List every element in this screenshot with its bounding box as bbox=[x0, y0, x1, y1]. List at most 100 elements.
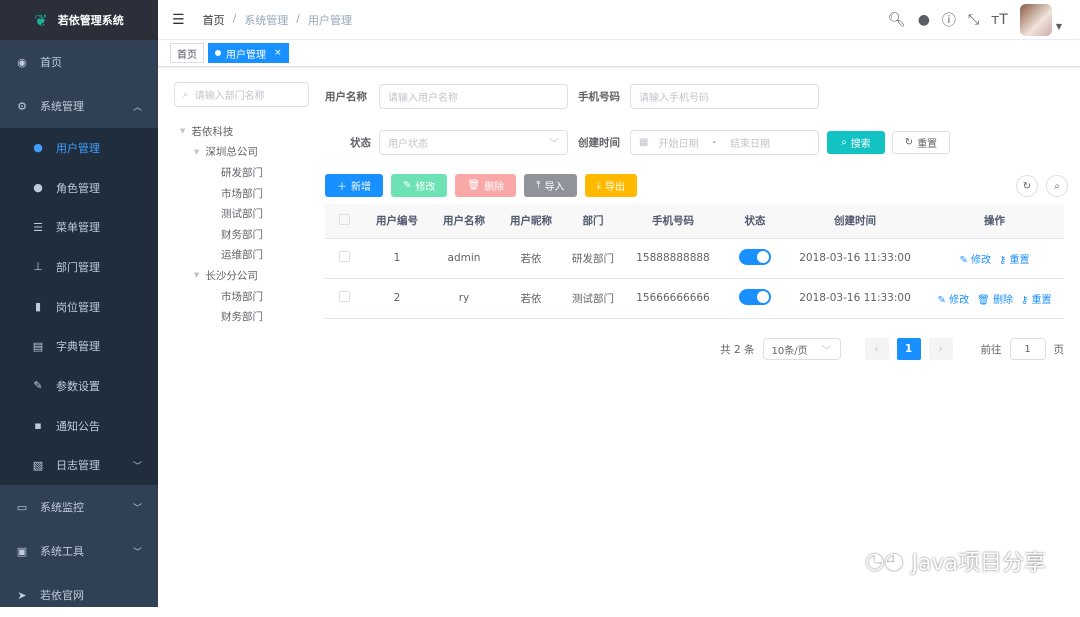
toggle-search-button[interactable]: ⌕ bbox=[1046, 175, 1068, 197]
tag-user[interactable]: 用户管理 × bbox=[208, 43, 289, 63]
logo-icon: ❦ bbox=[34, 10, 48, 30]
export-button[interactable]: ⤓ 导出 bbox=[584, 174, 637, 197]
tree-node[interactable]: 研发部门 bbox=[174, 162, 309, 183]
tag-home[interactable]: 首页 bbox=[170, 43, 204, 63]
user-icon: ● bbox=[33, 141, 43, 155]
github-icon[interactable]: ● bbox=[918, 12, 930, 28]
label: 重置 bbox=[917, 139, 938, 150]
sidebar-item-notice[interactable]: ▪ 通知公告 bbox=[0, 406, 158, 446]
sidebar-item-post[interactable]: ▮ 岗位管理 bbox=[0, 287, 158, 327]
sidebar-item-config[interactable]: ✎ 参数设置 bbox=[0, 366, 158, 406]
logo[interactable]: ❦ 若依管理系统 bbox=[0, 0, 158, 40]
tree-node[interactable]: 运维部门 bbox=[174, 245, 309, 266]
placeholder: 用户状态 bbox=[388, 139, 428, 150]
watermark: ◔◕ Java项目分享 bbox=[865, 545, 1046, 577]
separator: / bbox=[232, 11, 237, 25]
sidebar-item-dict[interactable]: ▤ 字典管理 bbox=[0, 326, 158, 366]
date-range-picker[interactable]: ▦ 开始日期 - 结束日期 bbox=[630, 130, 819, 155]
sidebar-item-system[interactable]: ⚙ 系统管理 ︿ bbox=[0, 84, 158, 128]
status-select[interactable]: 用户状态 ﹀ bbox=[379, 130, 568, 155]
table-row: 2 ry 若依 测试部门 15666666666 2018-03-16 11:3… bbox=[325, 278, 1064, 319]
reset-pwd-link[interactable]: ⚷ 重置 bbox=[1021, 295, 1052, 306]
username-input[interactable]: 请输入用户名称 bbox=[379, 84, 568, 109]
add-button[interactable]: ＋ 新增 bbox=[325, 174, 383, 197]
dept-search-input[interactable]: ⌕ 请输入部门名称 bbox=[174, 82, 309, 107]
sidebar-item-log[interactable]: ▧ 日志管理 ﹀ bbox=[0, 446, 158, 486]
label: 部门管理 bbox=[56, 260, 100, 274]
row-checkbox[interactable] bbox=[338, 251, 350, 262]
label: 字典管理 bbox=[56, 340, 100, 354]
select-all[interactable] bbox=[325, 204, 363, 239]
peoples-icon: ● bbox=[33, 181, 43, 195]
fullscreen-exit-icon[interactable]: ⤡ bbox=[968, 12, 979, 28]
label: 10条/页 bbox=[771, 345, 808, 357]
label: 研发部门 bbox=[221, 166, 263, 179]
label: 角色管理 bbox=[56, 181, 100, 195]
cell-dept: 研发部门 bbox=[565, 238, 621, 279]
checkbox[interactable] bbox=[338, 213, 350, 225]
label: 系统监控 bbox=[40, 501, 84, 515]
sidebar-item-role[interactable]: ● 角色管理 bbox=[0, 168, 158, 208]
breadcrumb-item[interactable]: 首页 bbox=[203, 12, 225, 28]
tree-node[interactable]: ▼ 若依科技 bbox=[174, 121, 309, 142]
help-icon[interactable]: ⓘ bbox=[942, 10, 956, 30]
avatar[interactable] bbox=[1019, 3, 1052, 36]
tree-node[interactable]: 市场部门 bbox=[174, 286, 309, 307]
sidebar-item-home[interactable]: ◉ 首页 bbox=[0, 40, 158, 84]
tree-node[interactable]: ▼ 深圳总公司 bbox=[174, 142, 309, 163]
next-page-button[interactable]: › bbox=[928, 338, 953, 360]
prev-page-button[interactable]: ‹ bbox=[864, 338, 889, 360]
phone-input[interactable]: 请输入手机号码 bbox=[630, 84, 819, 109]
tree-node[interactable]: 市场部门 bbox=[174, 183, 309, 204]
delete-link[interactable]: 🗑︎ 删除 bbox=[977, 295, 1013, 306]
delete-button[interactable]: 🗑︎ 删除 bbox=[455, 174, 517, 197]
reset-button[interactable]: ↻ 重置 bbox=[892, 131, 950, 154]
search-icon[interactable]: 🔍︎ bbox=[888, 12, 906, 28]
navbar: ☰ 首页 / 系统管理 / 用户管理 🔍︎ ● ⓘ ⤡ тT ▼ bbox=[158, 0, 1080, 40]
close-icon[interactable]: × bbox=[274, 48, 282, 58]
sidebar-item-guide[interactable]: ➤ 若依官网 bbox=[0, 573, 158, 617]
row-checkbox[interactable] bbox=[338, 291, 350, 302]
font-size-icon[interactable]: тT bbox=[991, 12, 1008, 28]
label: 重置 bbox=[1009, 254, 1030, 266]
edit-button[interactable]: ✎ 修改 bbox=[391, 174, 448, 197]
page-size-select[interactable]: 10条/页 ﹀ bbox=[762, 338, 841, 360]
tree-icon: ⊥ bbox=[33, 260, 43, 274]
status-switch[interactable] bbox=[739, 248, 771, 265]
guide-icon: ➤ bbox=[17, 588, 27, 602]
caret-icon: ▼ bbox=[180, 127, 186, 136]
tree-node[interactable]: 财务部门 bbox=[174, 224, 309, 245]
hamburger-icon[interactable]: ☰ bbox=[172, 12, 185, 28]
page-1[interactable]: 1 bbox=[896, 338, 921, 360]
sidebar-item-menu[interactable]: ☰ 菜单管理 bbox=[0, 207, 158, 247]
tree-node[interactable]: 测试部门 bbox=[174, 203, 309, 224]
post-icon: ▮ bbox=[34, 300, 42, 314]
sidebar-item-user[interactable]: ● 用户管理 bbox=[0, 128, 158, 168]
reset-pwd-link[interactable]: ⚷ 重置 bbox=[999, 255, 1030, 266]
caret-icon: ▼ bbox=[194, 271, 200, 280]
status-switch[interactable] bbox=[739, 288, 771, 305]
calendar-icon: ▦ bbox=[639, 137, 649, 148]
tree-node[interactable]: ▼ 长沙分公司 bbox=[174, 265, 309, 286]
caret-down-icon[interactable]: ▼ bbox=[1056, 22, 1062, 31]
goto-input[interactable]: 1 bbox=[1009, 338, 1046, 360]
header-actions: 🔍︎ ● ⓘ ⤡ тT ▼ bbox=[888, 3, 1062, 36]
edit-icon: ✎ bbox=[33, 379, 43, 393]
label: 通知公告 bbox=[56, 419, 100, 433]
sidebar-item-dept[interactable]: ⊥ 部门管理 bbox=[0, 247, 158, 287]
tags-view: 首页 用户管理 × bbox=[158, 40, 1080, 67]
import-button[interactable]: ⤒ 导入 bbox=[524, 174, 577, 197]
caret-icon: ▼ bbox=[194, 147, 200, 156]
col-header: 状态 bbox=[725, 204, 785, 239]
tree-node[interactable]: 财务部门 bbox=[174, 306, 309, 327]
breadcrumb-item: 用户管理 bbox=[308, 13, 352, 27]
sidebar-item-monitor[interactable]: ▭ 系统监控 ﹀ bbox=[0, 485, 158, 529]
col-header: 部门 bbox=[565, 204, 621, 239]
col-header: 创建时间 bbox=[785, 204, 925, 239]
search-button[interactable]: ⌕ 搜索 bbox=[827, 131, 885, 154]
edit-link[interactable]: ✎ 修改 bbox=[938, 295, 970, 306]
refresh-button[interactable]: ↻ bbox=[1016, 175, 1038, 197]
sidebar-item-tool[interactable]: ▣ 系统工具 ﹀ bbox=[0, 529, 158, 573]
edit-link[interactable]: ✎ 修改 bbox=[959, 255, 991, 266]
cell-nick: 若依 bbox=[497, 238, 565, 279]
